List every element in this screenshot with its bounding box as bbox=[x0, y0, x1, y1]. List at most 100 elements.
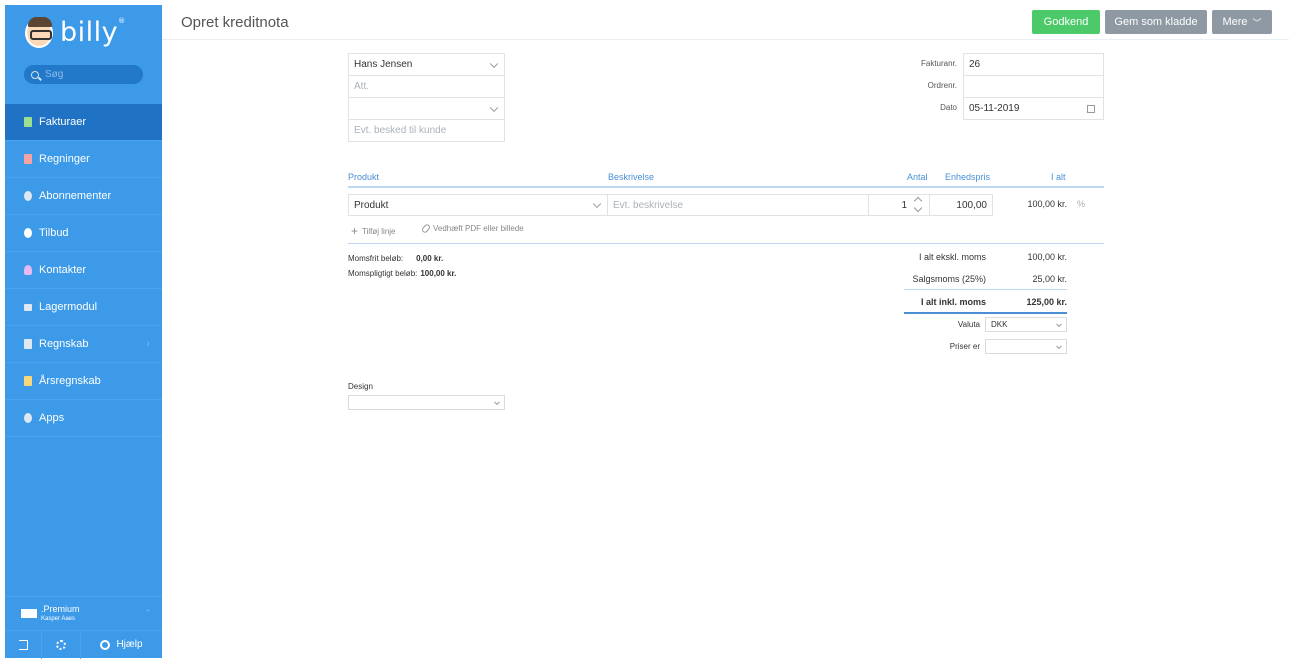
inventory-icon bbox=[24, 303, 32, 311]
sidebar-item-label: Årsregnskab bbox=[39, 375, 101, 387]
chevron-down-icon[interactable] bbox=[913, 203, 923, 213]
sidebar: billy® Søg Fakturaer Regninger Abonnemen… bbox=[5, 5, 162, 659]
more-button[interactable]: Mere ﹀ bbox=[1212, 10, 1272, 34]
accounting-icon bbox=[24, 339, 32, 349]
logout-button[interactable] bbox=[5, 630, 42, 659]
save-draft-button[interactable]: Gem som kladde bbox=[1105, 10, 1207, 34]
vat-value: 25,00 kr. bbox=[1032, 274, 1067, 284]
gear-icon bbox=[56, 639, 66, 650]
contact-select[interactable]: Hans Jensen bbox=[348, 53, 505, 76]
total-excl-label: I alt ekskl. moms bbox=[918, 252, 986, 262]
lines-divider bbox=[348, 243, 1104, 244]
help-label: Hjælp bbox=[116, 639, 143, 650]
premium-user: Kasper Aaes bbox=[41, 615, 76, 622]
currency-label: Valuta bbox=[957, 320, 980, 329]
vat-liable-amount: Momspligtigt beløb: 100,00 kr. bbox=[348, 269, 457, 278]
help-button[interactable]: Hjælp bbox=[81, 631, 162, 659]
customer-message-field[interactable]: Evt. besked til kunde bbox=[348, 119, 505, 142]
sidebar-item-kontakter[interactable]: Kontakter bbox=[5, 252, 162, 289]
add-line-button[interactable]: + Tilføj linje bbox=[351, 224, 396, 238]
design-label: Design bbox=[348, 382, 373, 391]
apps-icon bbox=[24, 413, 32, 423]
invoice-icon bbox=[24, 117, 32, 127]
premium-badge-icon bbox=[21, 609, 37, 618]
logo-text: billy® bbox=[60, 17, 126, 48]
sidebar-item-regninger[interactable]: Regninger bbox=[5, 141, 162, 178]
billy-logo[interactable]: billy® bbox=[25, 16, 126, 48]
invoice-no-field[interactable]: 26 bbox=[963, 53, 1104, 76]
paperclip-icon bbox=[420, 223, 432, 234]
line-total: 100,00 kr. bbox=[1027, 199, 1067, 209]
sidebar-item-regnskab[interactable]: Regnskab › bbox=[5, 326, 162, 363]
sidebar-item-label: Lagermodul bbox=[39, 301, 98, 313]
page-title: Opret kreditnota bbox=[181, 14, 289, 31]
attach-file-button[interactable]: Vedhæft PDF eller billede bbox=[420, 223, 524, 234]
line-unit-price-field[interactable]: 100,00 bbox=[929, 194, 993, 216]
att-select[interactable]: Att. bbox=[348, 75, 505, 98]
vat-label: Salgsmoms (25%) bbox=[912, 274, 986, 284]
help-icon bbox=[100, 639, 111, 650]
order-no-field[interactable] bbox=[963, 75, 1104, 98]
invoice-no-label: Fakturanr. bbox=[920, 59, 957, 68]
date-field[interactable]: 05-11-2019 bbox=[963, 97, 1104, 120]
table-header-divider bbox=[348, 186, 1104, 188]
calendar-icon bbox=[1087, 105, 1095, 113]
total-excl-value: 100,00 kr. bbox=[1027, 252, 1067, 262]
col-product: Produkt bbox=[348, 172, 380, 182]
search-placeholder: Søg bbox=[45, 69, 64, 80]
sidebar-footer: Hjælp bbox=[5, 630, 162, 659]
header-divider bbox=[162, 39, 1289, 40]
total-incl-value: 125,00 kr. bbox=[1026, 297, 1067, 307]
sidebar-item-label: Abonnementer bbox=[39, 190, 112, 202]
premium-info: .Premium Kasper Aaes bbox=[41, 603, 80, 622]
col-description: Beskrivelse bbox=[608, 172, 655, 182]
col-total: I alt bbox=[1051, 172, 1066, 182]
sidebar-item-tilbud[interactable]: Tilbud bbox=[5, 215, 162, 252]
prices-label: Priser er bbox=[949, 342, 980, 351]
bill-icon bbox=[24, 154, 32, 164]
sidebar-item-lagermodul[interactable]: Lagermodul bbox=[5, 289, 162, 326]
premium-account[interactable]: .Premium Kasper Aaes ⌃ bbox=[5, 596, 162, 630]
total-incl-label: I alt inkl. moms bbox=[920, 297, 986, 307]
sidebar-item-label: Fakturaer bbox=[39, 116, 87, 128]
chevron-down-icon: ﹀ bbox=[1252, 17, 1262, 28]
discount-percent-button[interactable]: % bbox=[1077, 199, 1085, 209]
approve-button[interactable]: Godkend bbox=[1032, 10, 1100, 34]
col-unit-price: Enhedspris bbox=[945, 172, 991, 182]
sidebar-item-label: Tilbud bbox=[39, 227, 69, 239]
col-qty: Antal bbox=[907, 172, 928, 182]
search-icon bbox=[31, 70, 39, 79]
prices-select[interactable] bbox=[985, 339, 1067, 354]
contact-person-select[interactable] bbox=[348, 97, 505, 120]
sidebar-item-label: Regnskab bbox=[39, 338, 89, 350]
chevron-up-icon: ⌃ bbox=[144, 608, 152, 618]
subscription-icon bbox=[24, 191, 32, 201]
sidebar-item-apps[interactable]: Apps bbox=[5, 400, 162, 437]
search-input[interactable]: Søg bbox=[24, 65, 143, 84]
settings-button[interactable] bbox=[42, 630, 81, 659]
qty-stepper[interactable] bbox=[912, 194, 929, 216]
line-description-field[interactable]: Evt. beskrivelse bbox=[607, 194, 869, 216]
currency-select[interactable]: DKK bbox=[985, 317, 1067, 332]
chevron-down-icon bbox=[489, 103, 499, 112]
sidebar-item-label: Regninger bbox=[39, 153, 90, 165]
vat-free-amount: Momsfrit beløb: 0,00 kr. bbox=[348, 254, 444, 263]
plus-icon: + bbox=[351, 224, 359, 238]
sidebar-item-fakturaer[interactable]: Fakturaer bbox=[5, 104, 162, 141]
totals-bottom-divider bbox=[904, 312, 1067, 314]
sidebar-item-abonnementer[interactable]: Abonnementer bbox=[5, 178, 162, 215]
chevron-right-icon: › bbox=[146, 338, 150, 350]
contacts-icon bbox=[24, 265, 32, 275]
totals-divider bbox=[904, 289, 1067, 290]
billy-mascot-icon bbox=[25, 16, 53, 48]
date-label: Dato bbox=[940, 103, 957, 112]
chevron-down-icon bbox=[1056, 320, 1062, 327]
line-product-select[interactable]: Produkt bbox=[348, 194, 608, 216]
sidebar-item-arsregnskab[interactable]: Årsregnskab bbox=[5, 363, 162, 400]
annual-report-icon bbox=[24, 376, 32, 386]
chevron-down-icon bbox=[489, 59, 499, 68]
sidebar-nav: Fakturaer Regninger Abonnementer Tilbud … bbox=[5, 104, 162, 437]
chevron-down-icon bbox=[592, 199, 602, 209]
design-select[interactable] bbox=[348, 395, 505, 410]
order-no-label: Ordrenr. bbox=[927, 81, 957, 90]
